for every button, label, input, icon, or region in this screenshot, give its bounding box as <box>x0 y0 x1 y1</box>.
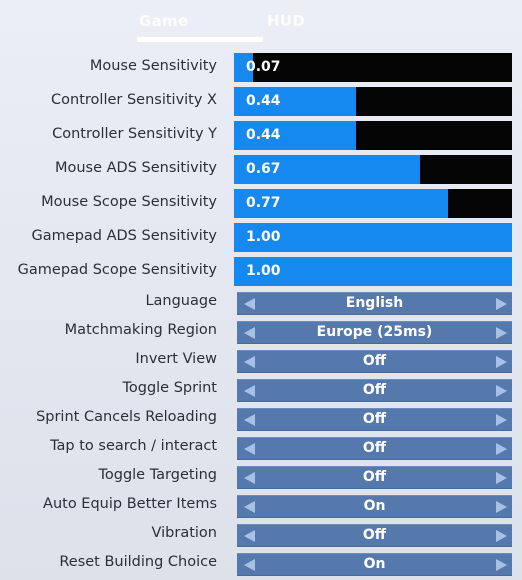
active-tab-indicator <box>137 37 263 42</box>
tab-hud[interactable]: HUD <box>267 12 305 30</box>
option-selector[interactable]: Europe (25ms) <box>237 321 512 344</box>
selector-value: Off <box>362 382 387 398</box>
selector-label: Reset Building Choice <box>59 554 217 570</box>
option-selector[interactable]: On <box>237 553 512 576</box>
sensitivity-slider[interactable]: 1.00 <box>234 223 512 252</box>
selector-value: Off <box>362 469 387 485</box>
option-selector[interactable]: On <box>237 495 512 518</box>
slider-value: 0.44 <box>246 127 281 143</box>
sensitivity-slider[interactable]: 0.67 <box>234 155 512 184</box>
selector-value: Europe (25ms) <box>316 324 433 340</box>
arrow-right-icon[interactable] <box>496 356 507 368</box>
slider-label: Mouse Sensitivity <box>89 58 217 74</box>
option-selector[interactable]: Off <box>237 466 512 489</box>
tab-game[interactable]: Game <box>139 12 188 30</box>
selector-value: Off <box>362 353 387 369</box>
sensitivity-slider[interactable]: 0.44 <box>234 121 512 150</box>
slider-value: 1.00 <box>246 263 281 279</box>
slider-label: Controller Sensitivity X <box>51 92 217 108</box>
selector-label: Sprint Cancels Reloading <box>36 409 217 425</box>
selector-value: Off <box>362 440 387 456</box>
sensitivity-slider[interactable]: 0.07 <box>234 53 512 82</box>
selector-value: On <box>363 556 386 572</box>
option-selector[interactable]: English <box>237 292 512 315</box>
selector-value: Off <box>362 527 387 543</box>
tab-bar: Game HUD <box>0 0 522 44</box>
selector-label: Matchmaking Region <box>64 322 217 338</box>
selector-label: Tap to search / interact <box>50 438 217 454</box>
selector-label: Toggle Targeting <box>98 467 217 483</box>
slider-label: Gamepad Scope Sensitivity <box>17 262 217 278</box>
arrow-right-icon[interactable] <box>496 385 507 397</box>
slider-label: Mouse Scope Sensitivity <box>41 194 217 210</box>
sensitivity-slider[interactable]: 0.77 <box>234 189 512 218</box>
selector-label: Vibration <box>151 525 217 541</box>
option-selector[interactable]: Off <box>237 350 512 373</box>
arrow-right-icon[interactable] <box>496 298 507 310</box>
slider-value: 0.77 <box>246 195 281 211</box>
arrow-right-icon[interactable] <box>496 414 507 426</box>
option-selector[interactable]: Off <box>237 524 512 547</box>
arrow-right-icon[interactable] <box>496 559 507 571</box>
option-selector[interactable]: Off <box>237 437 512 460</box>
arrow-right-icon[interactable] <box>496 501 507 513</box>
selector-label: Invert View <box>135 351 217 367</box>
slider-label: Controller Sensitivity Y <box>52 126 217 142</box>
slider-value: 0.44 <box>246 93 281 109</box>
selector-value: On <box>363 498 386 514</box>
arrow-right-icon[interactable] <box>496 472 507 484</box>
slider-label: Gamepad ADS Sensitivity <box>31 228 217 244</box>
selector-label: Language <box>145 293 217 309</box>
selector-label: Toggle Sprint <box>122 380 217 396</box>
arrow-right-icon[interactable] <box>496 530 507 542</box>
slider-label: Mouse ADS Sensitivity <box>54 160 217 176</box>
arrow-right-icon[interactable] <box>496 443 507 455</box>
option-selector[interactable]: Off <box>237 379 512 402</box>
slider-value: 0.07 <box>246 59 281 75</box>
sensitivity-slider[interactable]: 0.44 <box>234 87 512 116</box>
option-selector[interactable]: Off <box>237 408 512 431</box>
slider-value: 1.00 <box>246 229 281 245</box>
selector-label: Auto Equip Better Items <box>43 496 217 512</box>
slider-value: 0.67 <box>246 161 281 177</box>
sensitivity-slider[interactable]: 1.00 <box>234 257 512 286</box>
selector-value: English <box>345 295 404 311</box>
arrow-right-icon[interactable] <box>496 327 507 339</box>
selector-value: Off <box>362 411 387 427</box>
